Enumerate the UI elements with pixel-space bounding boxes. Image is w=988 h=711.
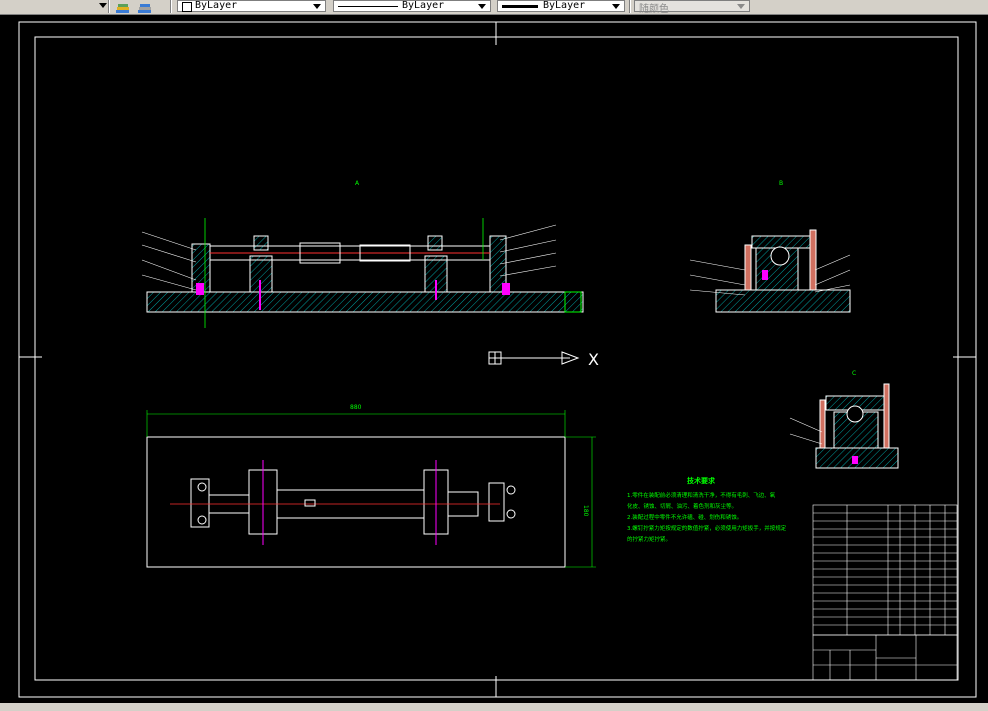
chevron-down-icon[interactable]	[737, 4, 745, 9]
sheet-outer-border	[18, 21, 977, 698]
view-label-a: A	[355, 180, 360, 187]
layer-combo[interactable]: ByLayer	[177, 0, 326, 12]
linetype-combo-value: ByLayer	[402, 0, 445, 11]
color-swatch-icon	[182, 2, 192, 12]
toolbar-separator	[170, 0, 172, 13]
plan-length-dimension: 880	[350, 404, 362, 411]
toolbar-separator	[629, 0, 631, 13]
chevron-down-icon[interactable]	[99, 3, 107, 8]
front-view-section	[141, 218, 584, 328]
tech-line: 2.装配过程中零件不允许磕、碰、划伤和锈蚀。	[627, 513, 742, 521]
drawing-svg: A B X C 880 180 技术要求 1.零件在装配前必须清理和清洗干净，不…	[18, 21, 977, 698]
chevron-down-icon[interactable]	[313, 4, 321, 9]
centering-marks	[19, 22, 976, 697]
linetype-combo[interactable]: ByLayer	[333, 0, 491, 12]
toolbar-separator	[108, 0, 110, 13]
plan-width-dimension: 180	[582, 505, 589, 517]
parts-list-table	[812, 504, 958, 636]
lineweight-preview-icon	[502, 5, 538, 8]
view-label-c: C	[852, 370, 856, 377]
tech-line: 化皮、锈蚀、切屑、油污、着色剂和灰尘等。	[627, 502, 737, 510]
lineweight-combo[interactable]: ByLayer	[497, 0, 625, 12]
chevron-down-icon[interactable]	[478, 4, 486, 9]
layer-combo-value: ByLayer	[195, 0, 238, 11]
tech-line: 3.螺钉拧紧力矩按规定的数值拧紧，必须使用力矩扳手，并按规定	[627, 524, 787, 532]
linetype-preview-icon	[338, 6, 398, 7]
ucs-icon	[488, 351, 580, 365]
lineweight-combo-value: ByLayer	[543, 0, 586, 11]
drawing-canvas[interactable]: A B X C 880 180 技术要求 1.零件在装配前必须清理和清洗干净，不…	[0, 15, 988, 703]
layer-previous-icon[interactable]	[137, 0, 153, 13]
plot-style-combo-value: 随颜色	[639, 4, 669, 15]
tech-title: 技术要求	[687, 476, 716, 485]
side-view-b	[689, 229, 851, 313]
tech-line: 的拧紧力矩拧紧。	[627, 535, 671, 543]
section-view-c	[789, 383, 899, 469]
title-block	[812, 634, 958, 681]
tech-line: 1.零件在装配前必须清理和清洗干净，不得有毛刺、飞边、氧	[627, 491, 776, 499]
ucs-axis-label: X	[588, 350, 599, 369]
status-bar	[0, 703, 988, 711]
view-label-b: B	[779, 180, 783, 187]
layer-states-icon[interactable]	[115, 0, 131, 13]
properties-toolbar: ByLayer ByLayer ByLayer 随颜色	[0, 0, 988, 15]
plan-view	[146, 410, 596, 568]
technical-requirements: 技术要求 1.零件在装配前必须清理和清洗干净，不得有毛刺、飞边、氧 化皮、锈蚀、…	[627, 476, 787, 543]
chevron-down-icon[interactable]	[612, 4, 620, 9]
plot-style-combo[interactable]: 随颜色	[634, 0, 750, 15]
